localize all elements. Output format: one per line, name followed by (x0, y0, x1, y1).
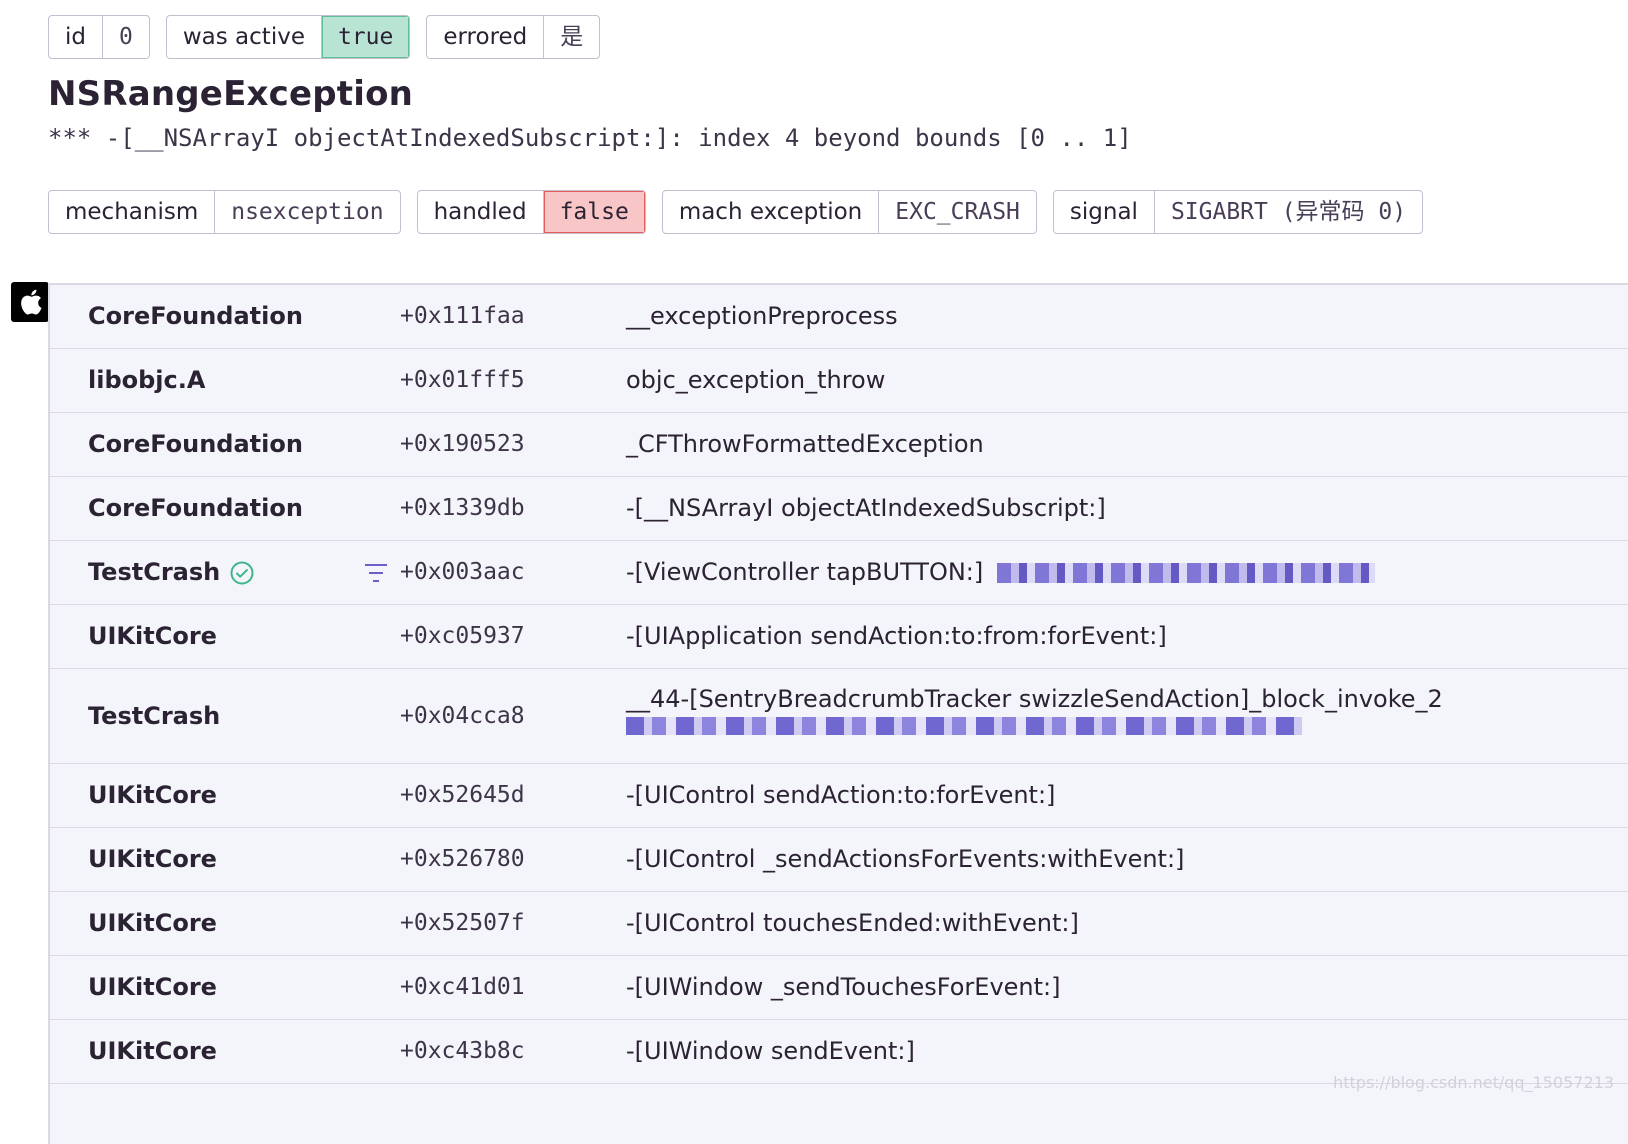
package-name: UIKitCore (88, 605, 217, 668)
exception-message: *** -[__NSArrayI objectAtIndexedSubscrip… (48, 124, 1132, 152)
stack-frame[interactable]: CoreFoundation +0x190523 _CFThrowFormatt… (50, 413, 1628, 477)
package-name: CoreFoundation (88, 477, 303, 540)
frame-function: _CFThrowFormattedException (626, 413, 984, 476)
stack-frame[interactable]: UIKitCore +0x52645d -[UIControl sendActi… (50, 764, 1628, 828)
frame-package: UIKitCore (88, 605, 217, 668)
apple-icon (11, 282, 49, 322)
tag-value: nsexception (215, 191, 399, 233)
tag-mechanism[interactable]: mechanism nsexception (48, 190, 401, 234)
tag-key: was active (167, 16, 322, 58)
tag-value: false (544, 191, 645, 233)
apple-logo-icon (17, 287, 43, 317)
function-name: -[ViewController tapBUTTON:] (626, 558, 983, 586)
tag-value: SIGABRT (异常码 0) (1155, 191, 1422, 233)
stack-frame[interactable]: UIKitCore +0x526780 -[UIControl _sendAct… (50, 828, 1628, 892)
stack-frame[interactable]: UIKitCore +0x52507f -[UIControl touchesE… (50, 892, 1628, 956)
frame-package: TestCrash (88, 541, 254, 604)
frame-function: -[UIControl _sendActionsForEvents:withEv… (626, 828, 1184, 891)
package-name: CoreFoundation (88, 285, 303, 348)
frame-address: +0x111faa (400, 285, 525, 348)
tag-signal[interactable]: signal SIGABRT (异常码 0) (1053, 190, 1423, 234)
filter-icon[interactable] (363, 560, 389, 586)
tag-handled[interactable]: handled false (417, 190, 646, 234)
frame-function: -[UIApplication sendAction:to:from:forEv… (626, 605, 1167, 668)
stack-trace: CoreFoundation +0x111faa __exceptionPrep… (48, 283, 1628, 1144)
frame-address: +0xc43b8c (400, 1020, 525, 1083)
frame-package: UIKitCore (88, 764, 217, 827)
tag-mach-exception[interactable]: mach exception EXC_CRASH (662, 190, 1037, 234)
tag-value: 0 (103, 16, 149, 58)
tag-errored[interactable]: errored 是 (426, 15, 600, 59)
tag-id[interactable]: id 0 (48, 15, 150, 59)
frame-package: TestCrash (88, 669, 220, 763)
frame-address: +0x52645d (400, 764, 525, 827)
frame-package: UIKitCore (88, 828, 217, 891)
tag-value: EXC_CRASH (879, 191, 1036, 233)
tag-was-active[interactable]: was active true (166, 15, 411, 59)
frame-function: -[__NSArrayI objectAtIndexedSubscript:] (626, 477, 1106, 540)
context-tags: id 0 was active true errored 是 (48, 15, 600, 59)
package-name: UIKitCore (88, 764, 217, 827)
frame-function: __exceptionPreprocess (626, 285, 898, 348)
watermark: https://blog.csdn.net/qq_15057213 (1333, 1073, 1614, 1092)
stack-frame[interactable]: UIKitCore +0xc41d01 -[UIWindow _sendTouc… (50, 956, 1628, 1020)
stack-frame[interactable]: UIKitCore +0xc05937 -[UIApplication send… (50, 605, 1628, 669)
exception-type: NSRangeException (48, 74, 413, 114)
tag-key: handled (418, 191, 544, 233)
redacted-path (997, 563, 1375, 583)
package-name: UIKitCore (88, 1020, 217, 1083)
stack-frame[interactable]: CoreFoundation +0x1339db -[__NSArrayI ob… (50, 477, 1628, 541)
frame-address: +0xc05937 (400, 605, 525, 668)
package-name: libobjc.A (88, 349, 205, 412)
frame-function: -[UIControl sendAction:to:forEvent:] (626, 764, 1055, 827)
package-name: TestCrash (88, 669, 220, 763)
package-name: CoreFoundation (88, 413, 303, 476)
frame-function: -[ViewController tapBUTTON:] (626, 541, 1375, 604)
frame-address: +0x01fff5 (400, 349, 525, 412)
tag-value: true (322, 16, 409, 58)
frame-address: +0x52507f (400, 892, 525, 955)
tag-value: 是 (544, 16, 599, 58)
frame-package: UIKitCore (88, 1020, 217, 1083)
stack-frame-partial[interactable] (50, 1084, 1628, 1144)
package-name: UIKitCore (88, 828, 217, 891)
frame-package: UIKitCore (88, 892, 217, 955)
frame-address: +0x190523 (400, 413, 525, 476)
frame-address: +0x1339db (400, 477, 525, 540)
frame-function: objc_exception_throw (626, 349, 885, 412)
tag-key: mach exception (663, 191, 879, 233)
stack-frame[interactable]: CoreFoundation +0x111faa __exceptionPrep… (50, 285, 1628, 349)
function-name: __44-[SentryBreadcrumbTracker swizzleSen… (626, 685, 1443, 713)
tag-key: signal (1054, 191, 1155, 233)
frame-address: +0x003aac (400, 541, 525, 604)
frame-package: CoreFoundation (88, 285, 303, 348)
mechanism-tags: mechanism nsexception handled false mach… (48, 190, 1423, 234)
package-name: UIKitCore (88, 956, 217, 1019)
frame-package: UIKitCore (88, 956, 217, 1019)
package-name: TestCrash (88, 541, 220, 604)
frame-function: -[UIWindow _sendTouchesForEvent:] (626, 956, 1061, 1019)
stack-frame-in-app[interactable]: TestCrash +0x003aac -[ViewController tap… (50, 541, 1628, 605)
frame-function: -[UIWindow sendEvent:] (626, 1020, 915, 1083)
package-name: UIKitCore (88, 892, 217, 955)
tag-key: errored (427, 16, 544, 58)
frame-function: -[UIControl touchesEnded:withEvent:] (626, 892, 1079, 955)
tag-key: mechanism (49, 191, 215, 233)
frame-address: +0x04cca8 (400, 669, 525, 763)
tag-key: id (49, 16, 103, 58)
frame-function: __44-[SentryBreadcrumbTracker swizzleSen… (626, 683, 1443, 735)
frame-address: +0x526780 (400, 828, 525, 891)
stack-frame[interactable]: libobjc.A +0x01fff5 objc_exception_throw (50, 349, 1628, 413)
in-app-check-icon (230, 561, 254, 585)
frame-package: CoreFoundation (88, 413, 303, 476)
frame-address: +0xc41d01 (400, 956, 525, 1019)
redacted-path (626, 717, 1302, 735)
frame-package: CoreFoundation (88, 477, 303, 540)
stack-frame[interactable]: TestCrash +0x04cca8 __44-[SentryBreadcru… (50, 669, 1628, 764)
frame-package: libobjc.A (88, 349, 205, 412)
